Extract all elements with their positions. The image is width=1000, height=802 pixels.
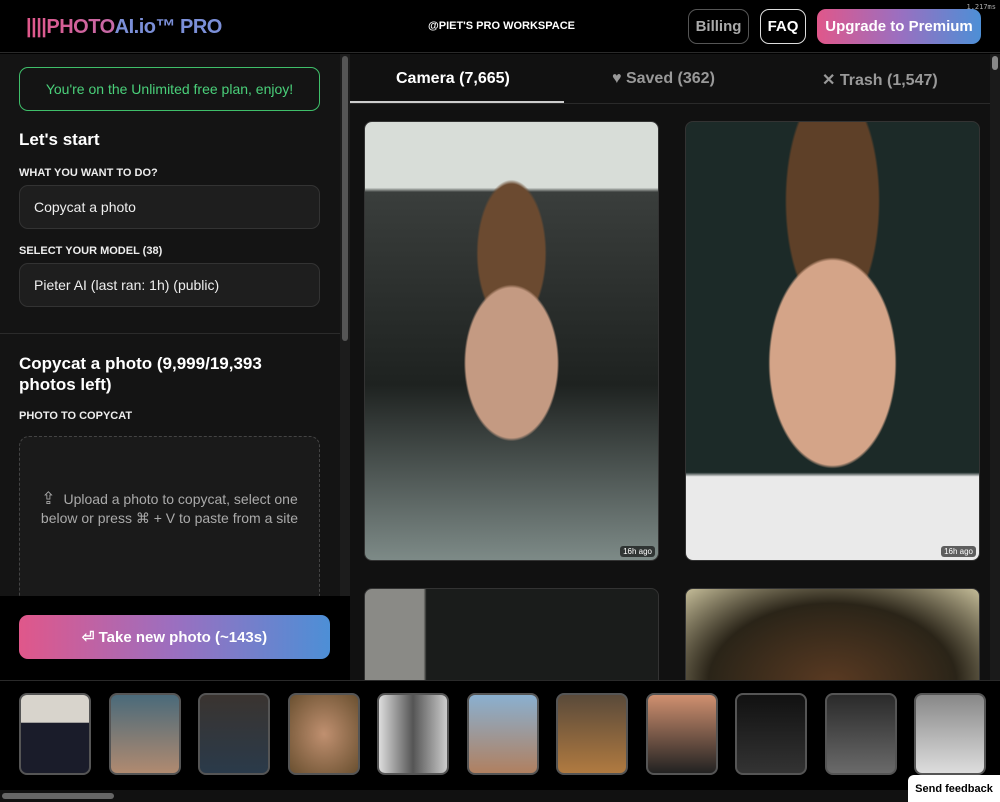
close-icon: ✕ [822, 72, 836, 89]
thumbnail-strip [0, 680, 1000, 790]
lets-start-heading: Let's start [19, 130, 100, 149]
take-photo-button[interactable]: ⏎ Take new photo (~143s) [19, 615, 330, 659]
thumbnail[interactable] [646, 693, 718, 775]
photo-card[interactable] [685, 588, 980, 680]
heart-icon: ♥ [612, 70, 622, 87]
copycat-heading: Copycat a photo (9,999/19,393 photos lef… [19, 354, 262, 394]
thumbnail[interactable] [825, 693, 897, 775]
billing-button[interactable]: Billing [688, 9, 749, 44]
what-label: WHAT YOU WANT TO DO? [19, 167, 158, 179]
tab-bar: Camera (7,665) ♥ Saved (362) ✕ Trash (1,… [350, 54, 990, 104]
photo-card[interactable]: 16h ago [364, 121, 659, 561]
copycat-label: PHOTO TO COPYCAT [19, 410, 133, 422]
thumbnail[interactable] [288, 693, 360, 775]
upload-dropzone[interactable]: ⇪ Upload a photo to copycat, select one b… [19, 436, 320, 606]
divider [0, 333, 340, 334]
thumbnail-scrollbar[interactable] [0, 790, 1000, 802]
sidebar: You're on the Unlimited free plan, enjoy… [0, 54, 340, 680]
tab-saved[interactable]: ♥ Saved (362) [612, 70, 715, 88]
action-select[interactable]: Copycat a photo [19, 185, 320, 229]
gallery-scrollbar[interactable] [990, 54, 1000, 680]
sidebar-scrollbar[interactable] [340, 54, 350, 680]
logo[interactable]: ||||PHOTOAI.io™ PRO [26, 16, 222, 39]
gallery: Camera (7,665) ♥ Saved (362) ✕ Trash (1,… [350, 54, 990, 680]
thumbnail[interactable] [914, 693, 986, 775]
photo-card[interactable]: 16h ago [685, 121, 980, 561]
plan-notice: You're on the Unlimited free plan, enjoy… [19, 67, 320, 111]
thumbnail[interactable] [109, 693, 181, 775]
tab-trash[interactable]: ✕ Trash (1,547) [822, 70, 938, 90]
faq-button[interactable]: FAQ [760, 9, 806, 44]
thumbnail[interactable] [198, 693, 270, 775]
model-select[interactable]: Pieter AI (last ran: 1h) (public) [19, 263, 320, 307]
thumbnail[interactable] [467, 693, 539, 775]
active-tab-indicator [350, 101, 564, 103]
thumbnail[interactable] [377, 693, 449, 775]
sidebar-footer: ⏎ Take new photo (~143s) [0, 596, 350, 680]
thumbnail[interactable] [735, 693, 807, 775]
workspace-name: @PIET'S PRO WORKSPACE [428, 20, 575, 32]
upgrade-button[interactable]: Upgrade to Premium [817, 9, 981, 44]
thumbnail[interactable] [556, 693, 628, 775]
header: ||||PHOTOAI.io™ PRO @PIET'S PRO WORKSPAC… [0, 0, 1000, 53]
model-label: SELECT YOUR MODEL (38) [19, 245, 163, 257]
thumbnail[interactable] [19, 693, 91, 775]
upload-icon: ⇪ [41, 489, 56, 508]
photo-card[interactable] [364, 588, 659, 680]
tab-camera[interactable]: Camera (7,665) [396, 70, 510, 88]
send-feedback-button[interactable]: Send feedback [908, 775, 1000, 802]
